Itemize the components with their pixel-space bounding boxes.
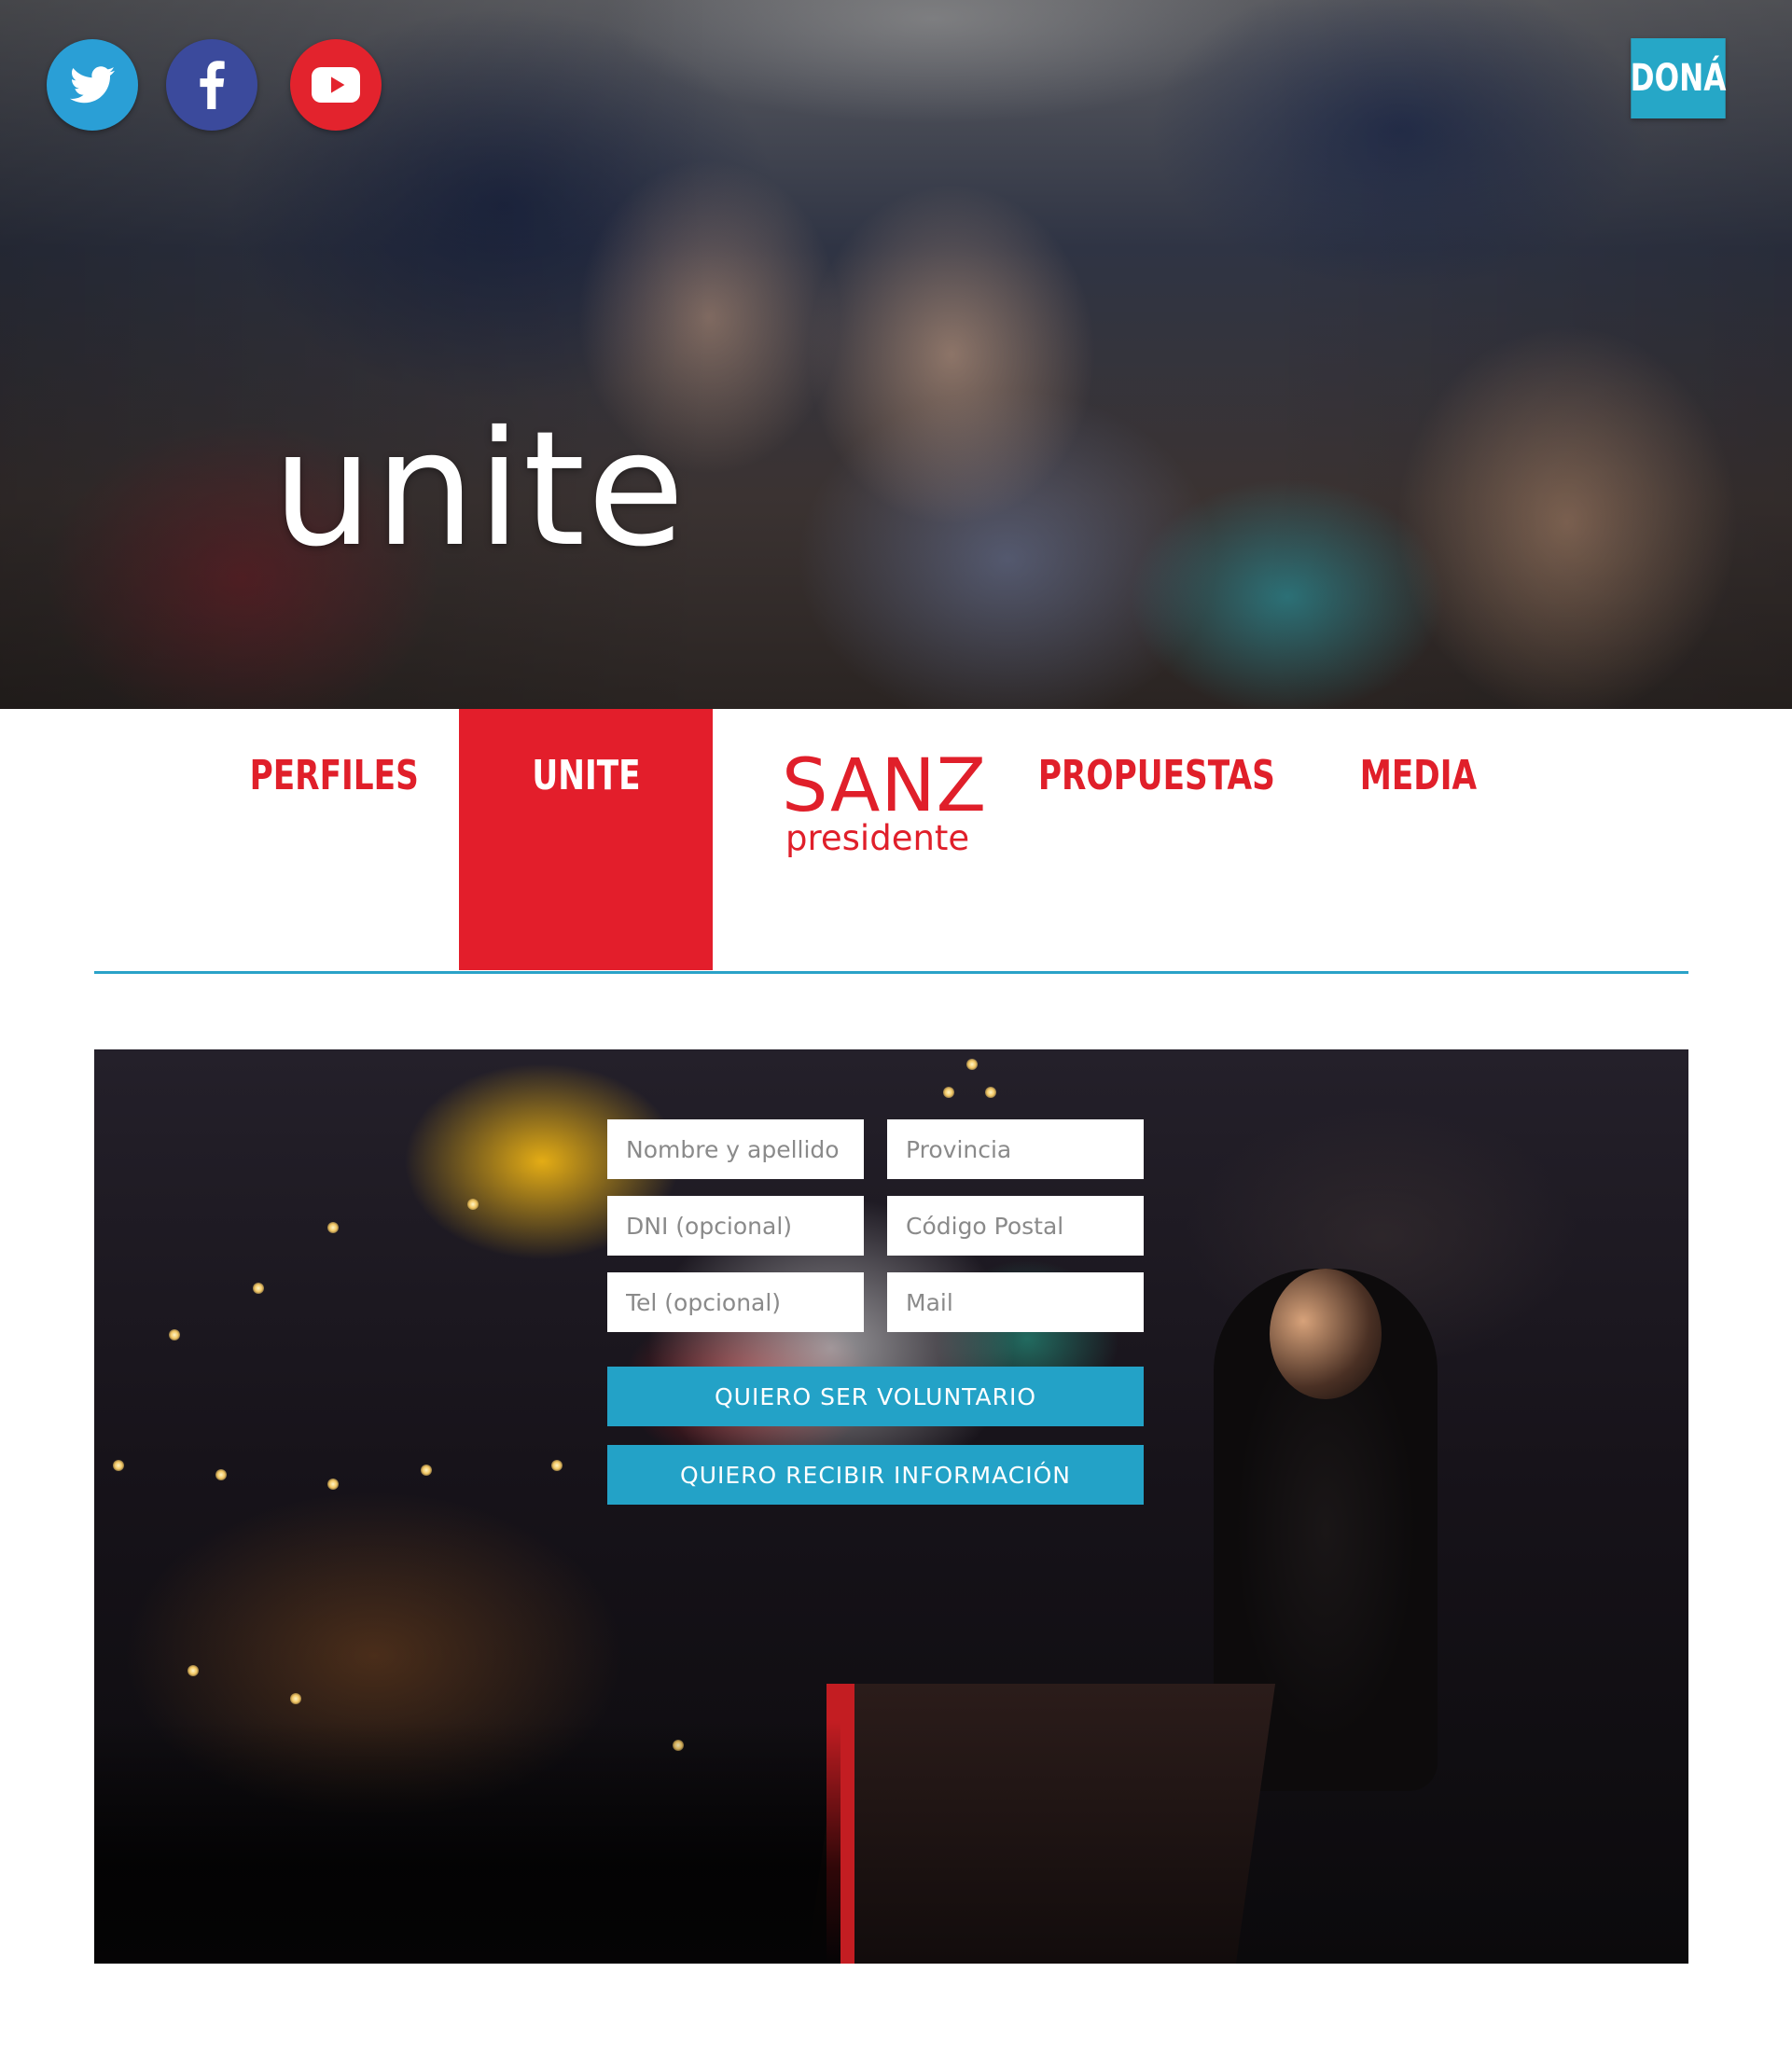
stage-light: [290, 1693, 301, 1704]
nav-item-media[interactable]: MEDIA: [1359, 709, 1477, 970]
page-title: unite: [272, 397, 687, 582]
youtube-icon: [312, 67, 360, 103]
stage-light: [327, 1222, 339, 1233]
facebook-button[interactable]: [166, 39, 257, 131]
stage-light: [966, 1059, 978, 1070]
email-field[interactable]: [887, 1272, 1144, 1332]
phone-field[interactable]: [607, 1272, 864, 1332]
twitter-icon: [70, 66, 115, 104]
nav-item-propuestas[interactable]: PROPUESTAS: [1038, 709, 1275, 970]
name-field[interactable]: [607, 1119, 864, 1179]
signup-section: QUIERO SER VOLUNTARIO QUIERO RECIBIR INF…: [94, 1049, 1688, 1964]
stage-light: [985, 1087, 996, 1098]
site-logo[interactable]: SANZ presidente: [782, 744, 988, 858]
nav-item-unite[interactable]: UNITE: [459, 709, 713, 970]
main-nav: PERFILES UNITE SANZ presidente PROPUESTA…: [0, 709, 1792, 972]
facebook-icon: [200, 61, 225, 109]
dni-field[interactable]: [607, 1196, 864, 1256]
nav-item-perfiles[interactable]: PERFILES: [249, 709, 419, 970]
nav-item-label: UNITE: [531, 752, 641, 799]
logo-sub-text: presidente: [785, 818, 970, 858]
nav-divider: [94, 971, 1688, 974]
receive-info-button[interactable]: QUIERO RECIBIR INFORMACIÓN: [607, 1445, 1144, 1505]
stage-light: [551, 1460, 563, 1471]
province-field[interactable]: [887, 1119, 1144, 1179]
stage-light: [169, 1329, 180, 1340]
donate-button[interactable]: DONÁ: [1631, 38, 1726, 118]
podium: [806, 1684, 1276, 1964]
postal-code-field[interactable]: [887, 1196, 1144, 1256]
crowd: [94, 1721, 840, 1964]
youtube-button[interactable]: [290, 39, 382, 131]
logo-main-text: SANZ: [782, 744, 988, 828]
stage-light: [327, 1479, 339, 1490]
stage-light: [943, 1087, 954, 1098]
nav-item-label: PERFILES: [249, 752, 419, 799]
stage-light: [467, 1199, 479, 1210]
volunteer-button[interactable]: QUIERO SER VOLUNTARIO: [607, 1367, 1144, 1426]
stage-light: [215, 1469, 227, 1480]
stage-light: [421, 1465, 432, 1476]
nav-item-label: PROPUESTAS: [1038, 752, 1275, 799]
nav-item-label: MEDIA: [1359, 752, 1477, 799]
stage-light: [188, 1665, 199, 1676]
speaker-head: [1270, 1269, 1382, 1399]
stage-light: [253, 1283, 264, 1294]
stage-light: [113, 1460, 124, 1471]
hero-photo: DONÁ unite: [0, 0, 1792, 709]
twitter-button[interactable]: [47, 39, 138, 131]
hero-shade: [0, 0, 1792, 709]
